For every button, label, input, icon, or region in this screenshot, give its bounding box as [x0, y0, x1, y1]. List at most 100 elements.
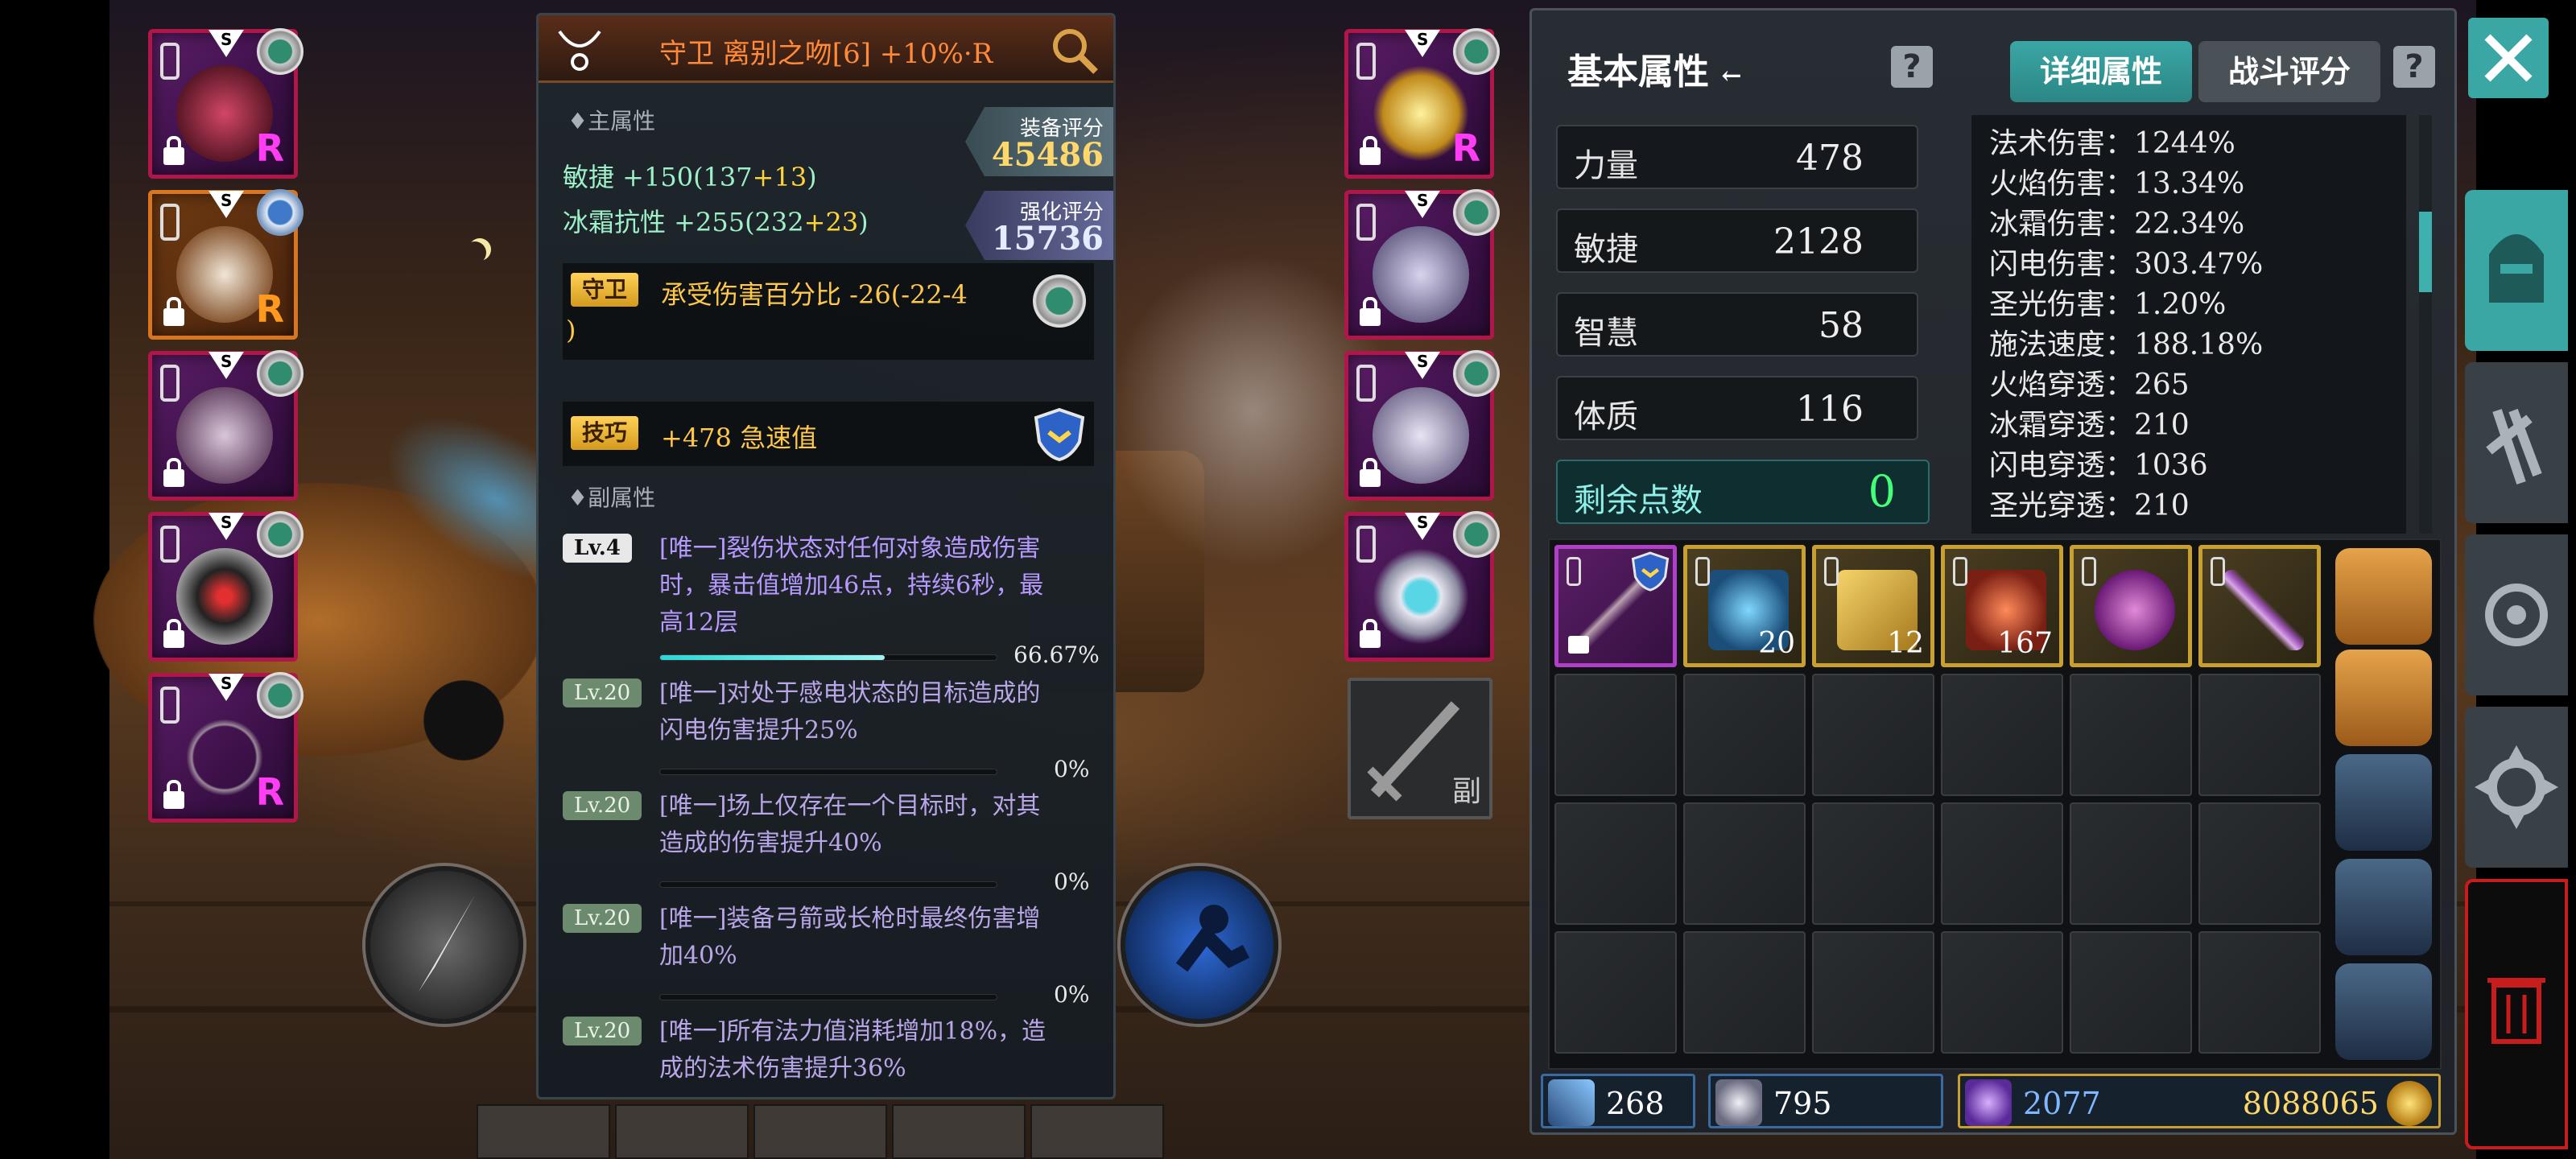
help-icon[interactable]: ?: [1891, 46, 1933, 88]
main-attr-label: ♦主属性: [568, 108, 656, 134]
inventory-slot-empty[interactable]: [1683, 802, 1806, 925]
inventory-slot-empty[interactable]: [2198, 674, 2321, 796]
boots-slot[interactable]: S: [1344, 350, 1500, 501]
inventory-slot-spear[interactable]: [1554, 545, 1677, 667]
sidebar-target-tab[interactable]: [2465, 534, 2568, 695]
inventory-slot-empty[interactable]: [2070, 802, 2192, 925]
scroll-thumb[interactable]: [2419, 212, 2432, 292]
gold-coin-icon: [2387, 1081, 2432, 1126]
spear-skill-button[interactable]: [365, 866, 523, 1024]
detail-row: 圣光穿透：210: [1989, 489, 2190, 522]
chain-link-icon: [160, 687, 180, 724]
skill-badge: 技巧: [571, 416, 639, 450]
bag-blue-icon[interactable]: [2335, 859, 2432, 955]
bag-orange-icon[interactable]: [2335, 548, 2432, 645]
gear-icon: [2475, 745, 2558, 829]
chain-link-icon: [1953, 557, 1967, 586]
inventory-slot-dagger[interactable]: [2198, 545, 2321, 667]
item-title: 守卫 离别之吻[6] +10%·R: [659, 38, 993, 70]
inventory-slot-empty[interactable]: [1941, 802, 2063, 925]
rank-badge: S: [208, 352, 244, 379]
gloves-slot[interactable]: S: [1344, 189, 1500, 340]
sidebar-discard-button[interactable]: [2465, 879, 2568, 1149]
sword-shard-counter: 268: [1541, 1074, 1695, 1128]
detail-row: 冰霜伤害：22.34%: [1989, 208, 2245, 241]
medal-icon: [1453, 189, 1500, 236]
inventory-slot-empty[interactable]: [1683, 674, 1806, 796]
armor-slot[interactable]: S R: [148, 189, 303, 340]
attributes-panel: 基本属性 ← ? 详细属性 战斗评分 ? 力量 478 敏捷 2128 智慧 5…: [1530, 8, 2457, 1135]
back-arrow-icon[interactable]: ←: [1721, 62, 1741, 90]
medal-icon: [257, 28, 303, 75]
inventory-slot-ore[interactable]: 167: [1941, 545, 2063, 667]
affix-line: [唯一]装备弓箭或长枪时最终伤害增: [659, 905, 1041, 933]
close-button[interactable]: [2468, 18, 2549, 98]
affix-level: Lv.20: [563, 1017, 642, 1046]
affix-progress-bar: [659, 769, 997, 775]
bottom-tab[interactable]: [753, 1104, 887, 1159]
inventory-slot-empty[interactable]: [1683, 931, 1806, 1054]
inventory-slot-empty[interactable]: [1812, 931, 1934, 1054]
sidebar-settings-tab[interactable]: [2465, 707, 2568, 868]
inventory-slot-scroll[interactable]: 12: [1812, 545, 1934, 667]
pants-slot[interactable]: S: [148, 350, 303, 501]
lock-icon: [1568, 636, 1589, 654]
inventory-slot-empty[interactable]: [1812, 802, 1934, 925]
chain-link-icon: [1695, 557, 1710, 586]
bottom-tab[interactable]: [615, 1104, 749, 1159]
affix-line: [唯一]裂伤状态对任何对象造成伤害: [659, 534, 1041, 563]
affix-line: 成的法术伤害提升36%: [659, 1054, 906, 1083]
inventory-slot-empty[interactable]: [1812, 674, 1934, 796]
sidebar-equipment-tab[interactable]: [2465, 190, 2568, 351]
shoulder-slot[interactable]: S: [148, 511, 303, 662]
gem-counter: 795: [1708, 1074, 1943, 1128]
detail-scrollbar[interactable]: [2419, 115, 2432, 534]
bottom-tab[interactable]: [1030, 1104, 1164, 1159]
search-icon[interactable]: [1049, 25, 1099, 75]
bag-blue-icon[interactable]: [2335, 754, 2432, 851]
attr-agility: 敏捷 2128: [1556, 208, 1918, 273]
inventory-slot-empty[interactable]: [1554, 674, 1677, 796]
tab-detailed-attributes[interactable]: 详细属性: [2010, 41, 2192, 102]
ring-slot[interactable]: S: [1344, 511, 1500, 662]
points-label: 剩余点数: [1574, 482, 1703, 519]
bow-slot[interactable]: S R: [148, 672, 303, 823]
enhance-score-tag: 强化评分 15736: [965, 191, 1113, 260]
lock-icon: [163, 619, 184, 648]
inventory-slot-empty[interactable]: [1941, 674, 2063, 796]
cat-figure: [415, 676, 512, 765]
bag-orange-icon[interactable]: [2335, 650, 2432, 746]
necklace-icon: [558, 30, 601, 71]
help-icon[interactable]: ?: [2393, 46, 2435, 88]
medal-icon: [257, 350, 303, 397]
helmet-slot[interactable]: S R: [148, 28, 303, 179]
lock-icon: [1360, 297, 1381, 326]
affix-progress-bar: [659, 654, 997, 661]
currency-counter: 2077 8088065: [1958, 1074, 2441, 1128]
inventory-slot-empty[interactable]: [2198, 931, 2321, 1054]
inventory-slot-potion[interactable]: [2070, 545, 2192, 667]
inventory-slot-empty[interactable]: [1554, 802, 1677, 925]
bottom-tab[interactable]: [892, 1104, 1026, 1159]
bottom-tab[interactable]: [477, 1104, 610, 1159]
medal-icon: [257, 511, 303, 558]
sub-affix-4: Lv.20 [唯一]装备弓箭或长枪时最终伤害增 加40% 0%: [563, 901, 1102, 1008]
inventory-slot-empty[interactable]: [2198, 802, 2321, 925]
bag-blue-icon[interactable]: [2335, 963, 2432, 1060]
inventory-slot-empty[interactable]: [2070, 674, 2192, 796]
offhand-slot[interactable]: 副: [1348, 678, 1492, 819]
sidebar-gloves-tab[interactable]: [2465, 362, 2568, 523]
detailed-attribute-list[interactable]: 法术伤害：1244% 火焰伤害：13.34% 冰霜伤害：22.34% 闪电伤害：…: [1971, 115, 2406, 534]
necklace-slot[interactable]: S R: [1344, 28, 1500, 179]
dash-skill-button[interactable]: [1121, 866, 1278, 1024]
chain-link-icon: [2082, 557, 2096, 586]
attr-wisdom: 智慧 58: [1556, 292, 1918, 357]
tab-combat-score[interactable]: 战斗评分: [2198, 41, 2380, 102]
gloves-icon: [2486, 408, 2542, 485]
inventory-slot-empty[interactable]: [1941, 931, 2063, 1054]
inventory-slot-empty[interactable]: [1554, 931, 1677, 1054]
gear-score-tag: 装备评分 45486: [965, 107, 1113, 176]
inventory-slot-empty[interactable]: [2070, 931, 2192, 1054]
chain-link-icon: [160, 204, 180, 241]
inventory-slot-crystal[interactable]: 20: [1683, 545, 1806, 667]
